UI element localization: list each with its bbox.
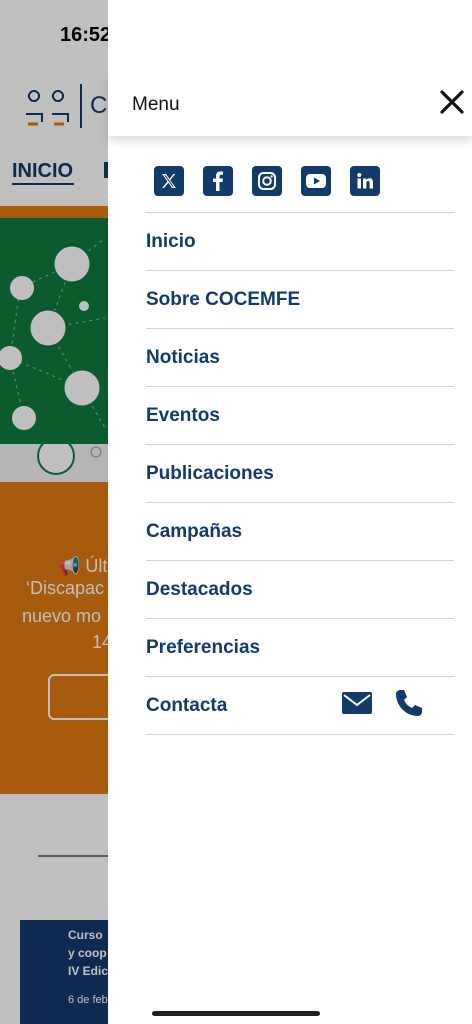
menu-item-label: Publicaciones (146, 462, 274, 484)
menu-item-publicaciones[interactable]: Publicaciones (146, 445, 454, 503)
x-icon[interactable] (154, 166, 184, 196)
social-links (154, 166, 380, 200)
menu-item-inicio[interactable]: Inicio (146, 213, 454, 271)
close-icon[interactable] (438, 88, 466, 116)
menu-item-destacados[interactable]: Destacados (146, 561, 454, 619)
menu-item-label: Noticias (146, 346, 220, 368)
drawer-title: Menu (132, 94, 180, 115)
menu-item-preferencias[interactable]: Preferencias (146, 619, 454, 677)
menu-item-sobre-cocemfe[interactable]: Sobre COCEMFE (146, 271, 454, 329)
side-menu-drawer: Menu Inicio Sobre COCEMFE Noticias Event… (108, 0, 472, 1024)
linkedin-icon[interactable] (350, 166, 380, 196)
menu-item-label: Campañas (146, 520, 243, 542)
menu-item-label: Sobre COCEMFE (146, 288, 301, 310)
menu-item-eventos[interactable]: Eventos (146, 387, 454, 445)
menu-item-label: Destacados (146, 578, 253, 600)
drawer-header: Menu (108, 70, 472, 136)
menu-item-contacta[interactable]: Contacta (146, 677, 454, 735)
contact-icons (342, 688, 424, 718)
menu-item-label: Preferencias (146, 636, 261, 658)
youtube-icon[interactable] (301, 166, 331, 196)
menu-item-label: Eventos (146, 404, 220, 426)
menu-item-noticias[interactable]: Noticias (146, 329, 454, 387)
instagram-icon[interactable] (252, 166, 282, 196)
phone-icon[interactable] (394, 688, 424, 718)
status-time: 16:52 (60, 24, 112, 46)
menu-item-campanas[interactable]: Campañas (146, 503, 454, 561)
menu-item-label: Inicio (146, 230, 196, 252)
menu-item-label: Contacta (146, 694, 228, 716)
menu-list: Inicio Sobre COCEMFE Noticias Eventos Pu… (146, 212, 454, 735)
facebook-icon[interactable] (203, 166, 233, 196)
mail-icon[interactable] (342, 692, 372, 714)
home-indicator[interactable] (152, 1011, 320, 1016)
